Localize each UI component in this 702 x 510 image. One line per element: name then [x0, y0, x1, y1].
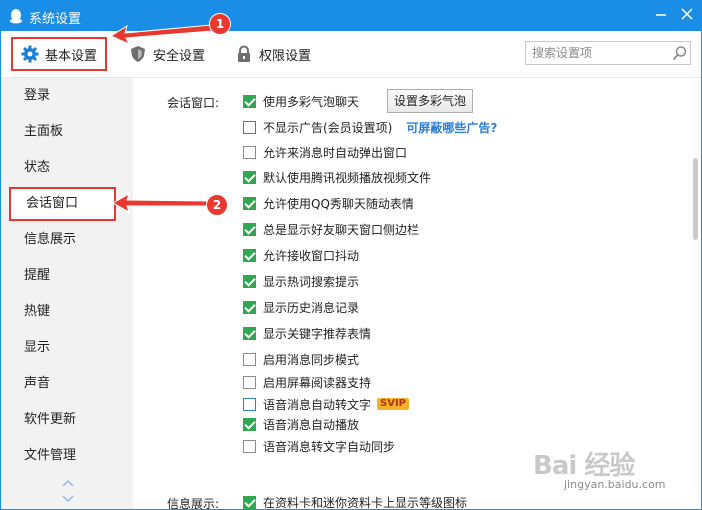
option-row[interactable]: 语音消息自动转文字 SVIP — [243, 394, 410, 414]
option-row[interactable]: 使用多彩气泡聊天 — [243, 91, 359, 111]
section-label-info: 信息展示: — [167, 497, 220, 510]
checkbox[interactable] — [243, 120, 256, 134]
sidebar-item-sound[interactable]: 声音 — [1, 366, 133, 402]
search-input[interactable] — [532, 45, 668, 61]
watermark-url: jingyan.baidu.com — [564, 478, 666, 491]
gear-icon — [21, 45, 39, 63]
annotation-badge-2: 2 — [206, 194, 228, 216]
option-row[interactable]: 启用屏幕阅读器支持 — [243, 372, 371, 392]
minimize-icon — [656, 14, 666, 16]
option-row[interactable]: 语音消息转文字自动同步 — [243, 436, 395, 456]
checkbox[interactable] — [243, 326, 256, 340]
option-label: 不显示广告(会员设置项) — [263, 120, 393, 135]
option-row[interactable]: 在资料卡和迷你资料卡上显示等级图标 — [243, 492, 468, 510]
close-button[interactable] — [677, 5, 697, 25]
checkbox[interactable] — [243, 439, 256, 453]
annotation-arrow-2 — [113, 192, 210, 214]
checkbox[interactable] — [243, 222, 256, 236]
option-row[interactable]: 总是显示好友聊天窗口侧边栏 — [243, 219, 419, 239]
sidebar-item-status[interactable]: 状态 — [1, 150, 133, 186]
settings-sidebar: 登录 主面板 状态 会话窗口 信息展示 提醒 热键 显示 声音 软件更新 文件管… — [1, 78, 133, 509]
sidebar-item-hotkey[interactable]: 热键 — [1, 294, 133, 330]
option-label: 允许来消息时自动弹出窗口 — [263, 145, 408, 160]
ads-info-link[interactable]: 可屏蔽哪些广告? — [406, 119, 497, 136]
option-label: 总是显示好友聊天窗口侧边栏 — [263, 222, 420, 237]
settings-toolbar: 基本设置 安全设置 权限设置 — [1, 31, 701, 78]
checkbox[interactable] — [243, 145, 256, 159]
checkbox[interactable] — [243, 196, 256, 210]
option-label: 语音消息自动播放 — [263, 417, 360, 432]
option-label: 允许接收窗口抖动 — [263, 248, 360, 263]
watermark-logo: Bai 经验 — [533, 451, 635, 481]
option-row[interactable]: 默认使用腾讯视频播放视频文件 — [243, 167, 431, 187]
option-row[interactable]: 显示热词搜索提示 — [243, 271, 359, 291]
option-row[interactable]: 允许使用QQ秀聊天随动表情 — [243, 193, 414, 213]
option-label: 允许使用QQ秀聊天随动表情 — [263, 196, 414, 211]
penguin-icon — [10, 9, 22, 24]
checkbox[interactable] — [243, 170, 256, 184]
option-label: 默认使用腾讯视频播放视频文件 — [263, 170, 432, 185]
option-row[interactable]: 显示历史消息记录 — [243, 297, 359, 317]
window-title: 系统设置 — [29, 12, 82, 27]
sidebar-item-login[interactable]: 登录 — [1, 78, 133, 114]
checkbox[interactable] — [243, 375, 256, 389]
set-bubble-button[interactable]: 设置多彩气泡 — [387, 89, 474, 113]
tab-permission-settings[interactable]: 权限设置 — [235, 39, 311, 69]
annotation-badge-1: 1 — [209, 13, 231, 35]
annotation-arrow-1 — [111, 24, 213, 45]
option-row[interactable]: 语音消息自动播放 — [243, 414, 359, 434]
sidebar-item-info-display[interactable]: 信息展示 — [1, 222, 133, 258]
option-row[interactable]: 启用消息同步模式 — [243, 349, 359, 369]
tab-label: 安全设置 — [153, 48, 206, 64]
option-label: 语音消息转文字自动同步 — [263, 439, 396, 454]
sidebar-item-main-panel[interactable]: 主面板 — [1, 114, 133, 150]
checkbox[interactable] — [243, 248, 256, 262]
scroll-up-icon[interactable] — [61, 478, 75, 488]
tab-label: 权限设置 — [259, 48, 312, 64]
scrollbar-thumb[interactable] — [693, 158, 698, 240]
option-label: 在资料卡和迷你资料卡上显示等级图标 — [263, 495, 468, 510]
checkbox[interactable] — [243, 274, 256, 288]
close-icon — [681, 8, 693, 20]
option-label: 显示热词搜索提示 — [263, 274, 360, 289]
checkbox[interactable] — [243, 352, 256, 366]
checkbox[interactable] — [243, 94, 256, 108]
section-label-session: 会话窗口: — [167, 96, 220, 110]
lock-icon — [238, 45, 250, 62]
svip-badge: SVIP — [377, 398, 410, 410]
option-label: 显示历史消息记录 — [263, 300, 360, 315]
title-bar: 系统设置 — [1, 1, 701, 31]
search-icon[interactable] — [672, 45, 688, 61]
checkbox[interactable] — [243, 397, 256, 411]
tab-basic-settings[interactable]: 基本设置 — [11, 37, 107, 71]
tab-label: 基本设置 — [45, 48, 98, 64]
minimize-button[interactable] — [651, 5, 671, 25]
option-label: 启用消息同步模式 — [263, 352, 360, 367]
option-label: 显示关键字推荐表情 — [263, 326, 372, 341]
option-row[interactable]: 显示关键字推荐表情 — [243, 323, 371, 343]
checkbox[interactable] — [243, 300, 256, 314]
option-row[interactable]: 允许接收窗口抖动 — [243, 245, 359, 265]
sidebar-item-file-management[interactable]: 文件管理 — [1, 438, 133, 474]
option-label: 使用多彩气泡聊天 — [263, 94, 360, 109]
option-row[interactable]: 不显示广告(会员设置项) 可屏蔽哪些广告? — [243, 117, 497, 137]
sidebar-item-session-window[interactable]: 会话窗口 — [9, 187, 116, 221]
sidebar-item-display[interactable]: 显示 — [1, 330, 133, 366]
sidebar-item-software-update[interactable]: 软件更新 — [1, 402, 133, 438]
scroll-down-icon[interactable] — [61, 494, 75, 504]
sidebar-item-reminder[interactable]: 提醒 — [1, 258, 133, 294]
option-label: 语音消息自动转文字 — [263, 397, 372, 412]
checkbox[interactable] — [243, 495, 256, 509]
option-row[interactable]: 允许来消息时自动弹出窗口 — [243, 142, 407, 162]
settings-window: 系统设置 基本设置 安全设置 权限设置 搜索设置项 登录 主面板 状态 会话窗口… — [0, 0, 702, 510]
shield-icon — [131, 46, 145, 62]
checkbox[interactable] — [243, 417, 256, 431]
option-label: 启用屏幕阅读器支持 — [263, 375, 372, 390]
settings-search — [525, 41, 691, 65]
